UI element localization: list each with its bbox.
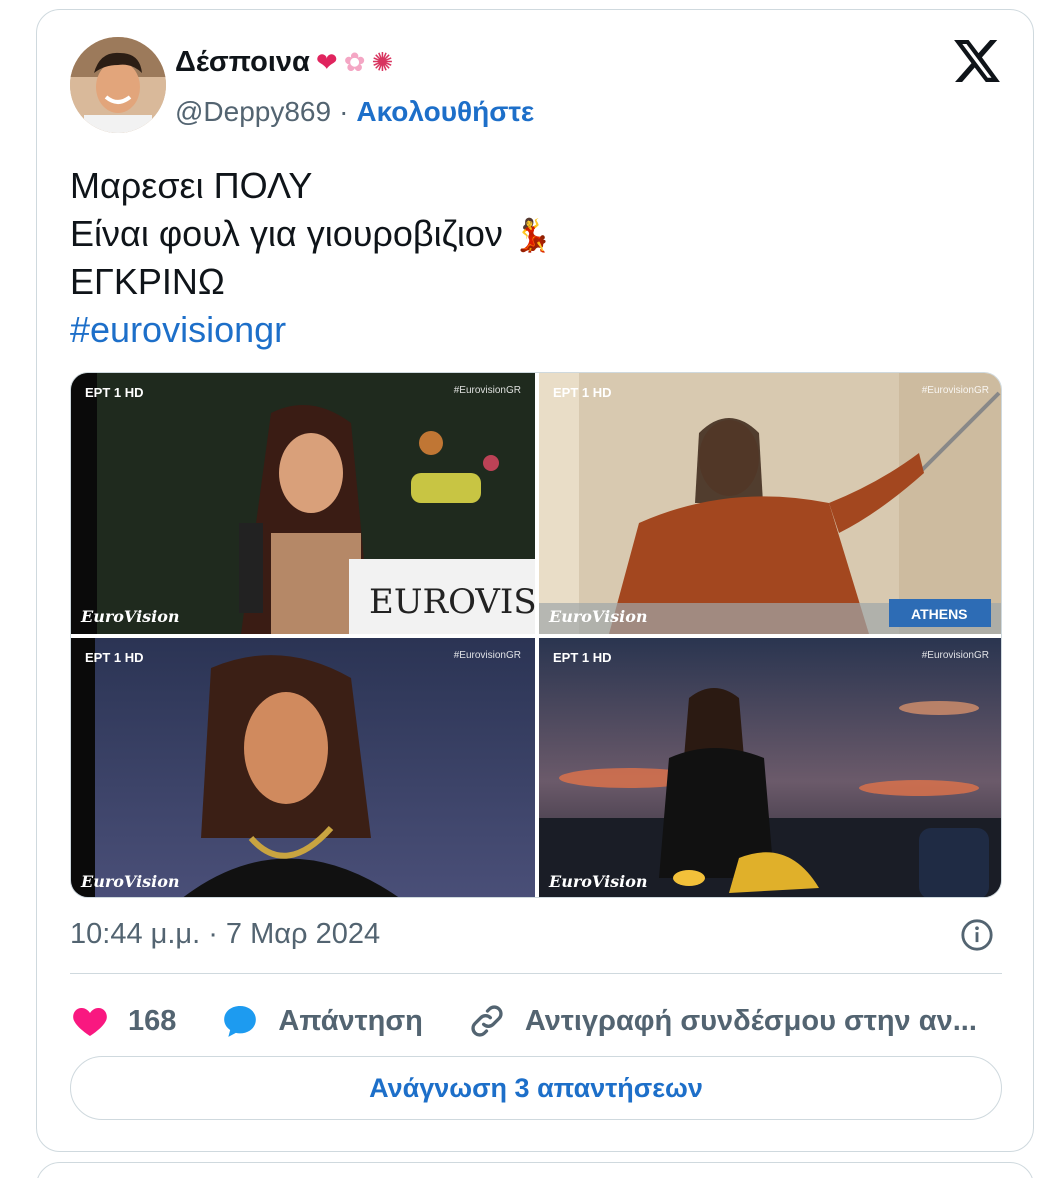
link-icon bbox=[471, 1005, 503, 1037]
author-handle[interactable]: @Deppy869 bbox=[175, 96, 331, 128]
tweet-card: Δέσποινα ❤ ✿ ✺ @Deppy869 · Ακολουθήστε Μ… bbox=[36, 9, 1034, 1152]
media-image-1[interactable]: EUROVISI ΕΡΤ 1 HD #EurovisionGR EuroVisi… bbox=[71, 373, 535, 634]
heart-icon bbox=[73, 1007, 107, 1036]
hashtag-watermark: #EurovisionGR bbox=[921, 650, 989, 661]
hashtag-watermark: #EurovisionGR bbox=[453, 650, 521, 661]
channel-watermark: ΕΡΤ 1 HD bbox=[553, 385, 612, 400]
photo-woman-sunset bbox=[539, 638, 1001, 897]
hashtag-watermark: #EurovisionGR bbox=[453, 385, 521, 396]
divider bbox=[70, 973, 1002, 974]
tweet-line-2-row: Είναι φουλ για γιουροβιζιον 💃 bbox=[70, 210, 553, 258]
like-button[interactable]: 168 bbox=[70, 1001, 176, 1041]
athens-banner: ATHENS bbox=[911, 606, 968, 622]
copy-link-button[interactable]: Αντιγραφή συνδέσμου στην αν... bbox=[467, 1001, 977, 1041]
action-bar: 168 Απάντηση Αντιγραφή συνδέσμου στην αν… bbox=[70, 998, 1002, 1044]
follow-button[interactable]: Ακολουθήστε bbox=[356, 96, 534, 128]
tweet-line-3: ΕΓΚΡΙΝΩ bbox=[70, 261, 225, 302]
media-image-2[interactable]: ATHENS ΕΡΤ 1 HD #EurovisionGR EuroVision bbox=[539, 373, 1001, 634]
reply-label: Απάντηση bbox=[278, 1004, 423, 1037]
tweet-line-1: Μαρεσει ΠΟΛΥ bbox=[70, 165, 313, 206]
tweet-text: Μαρεσει ΠΟΛΥ Είναι φουλ για γιουροβιζιον… bbox=[70, 162, 553, 354]
sign-text: EUROVISI bbox=[369, 582, 535, 622]
eurovision-logo: EuroVision bbox=[549, 872, 648, 891]
tweet-timestamp[interactable]: 10:44 μ.μ. · 7 Μαρ 2024 bbox=[70, 918, 380, 951]
hashtag-watermark: #EurovisionGR bbox=[921, 385, 989, 396]
avatar[interactable] bbox=[70, 37, 166, 133]
tweet-line-2: Είναι φουλ για γιουροβιζιον bbox=[70, 213, 503, 254]
dancer-emoji: 💃 bbox=[512, 216, 553, 254]
channel-watermark: ΕΡΤ 1 HD bbox=[553, 650, 612, 665]
photo-woman-with-sign: EUROVISI bbox=[71, 373, 535, 634]
info-icon[interactable] bbox=[960, 918, 994, 952]
media-grid: EUROVISI ΕΡΤ 1 HD #EurovisionGR EuroVisi… bbox=[70, 372, 1002, 898]
next-tweet-card bbox=[36, 1162, 1034, 1178]
photo-woman-singing bbox=[71, 638, 535, 897]
cherry-blossom-emoji: ✿ bbox=[343, 47, 366, 78]
heart-emoji: ❤ bbox=[315, 47, 338, 78]
eurovision-logo: EuroVision bbox=[549, 607, 648, 626]
media-image-3[interactable]: ΕΡΤ 1 HD #EurovisionGR EuroVision bbox=[71, 638, 535, 897]
author-name-row[interactable]: Δέσποινα ❤ ✿ ✺ bbox=[175, 46, 393, 79]
photo-woman-red-outfit: ATHENS bbox=[539, 373, 1001, 634]
author-display-name[interactable]: Δέσποινα bbox=[175, 46, 310, 79]
copy-link-label: Αντιγραφή συνδέσμου στην αν... bbox=[524, 1004, 977, 1037]
avatar-image bbox=[70, 37, 166, 133]
eurovision-logo: EuroVision bbox=[81, 607, 180, 626]
x-logo-icon[interactable] bbox=[954, 40, 1000, 82]
separator-dot: · bbox=[339, 96, 349, 127]
reply-button[interactable]: Απάντηση bbox=[220, 1001, 423, 1041]
handle-row: @Deppy869 · Ακολουθήστε bbox=[175, 96, 534, 128]
channel-watermark: ΕΡΤ 1 HD bbox=[85, 650, 144, 665]
read-replies-button[interactable]: Ανάγνωση 3 απαντήσεων bbox=[70, 1056, 1002, 1120]
candy-emoji: ✺ bbox=[371, 47, 394, 78]
media-image-4[interactable]: ΕΡΤ 1 HD #EurovisionGR EuroVision bbox=[539, 638, 1001, 897]
hashtag-link[interactable]: #eurovisiongr bbox=[70, 306, 553, 354]
like-count: 168 bbox=[128, 1004, 177, 1037]
channel-watermark: ΕΡΤ 1 HD bbox=[85, 385, 144, 400]
eurovision-logo: EuroVision bbox=[81, 872, 180, 891]
reply-bubble-icon bbox=[224, 1006, 257, 1037]
